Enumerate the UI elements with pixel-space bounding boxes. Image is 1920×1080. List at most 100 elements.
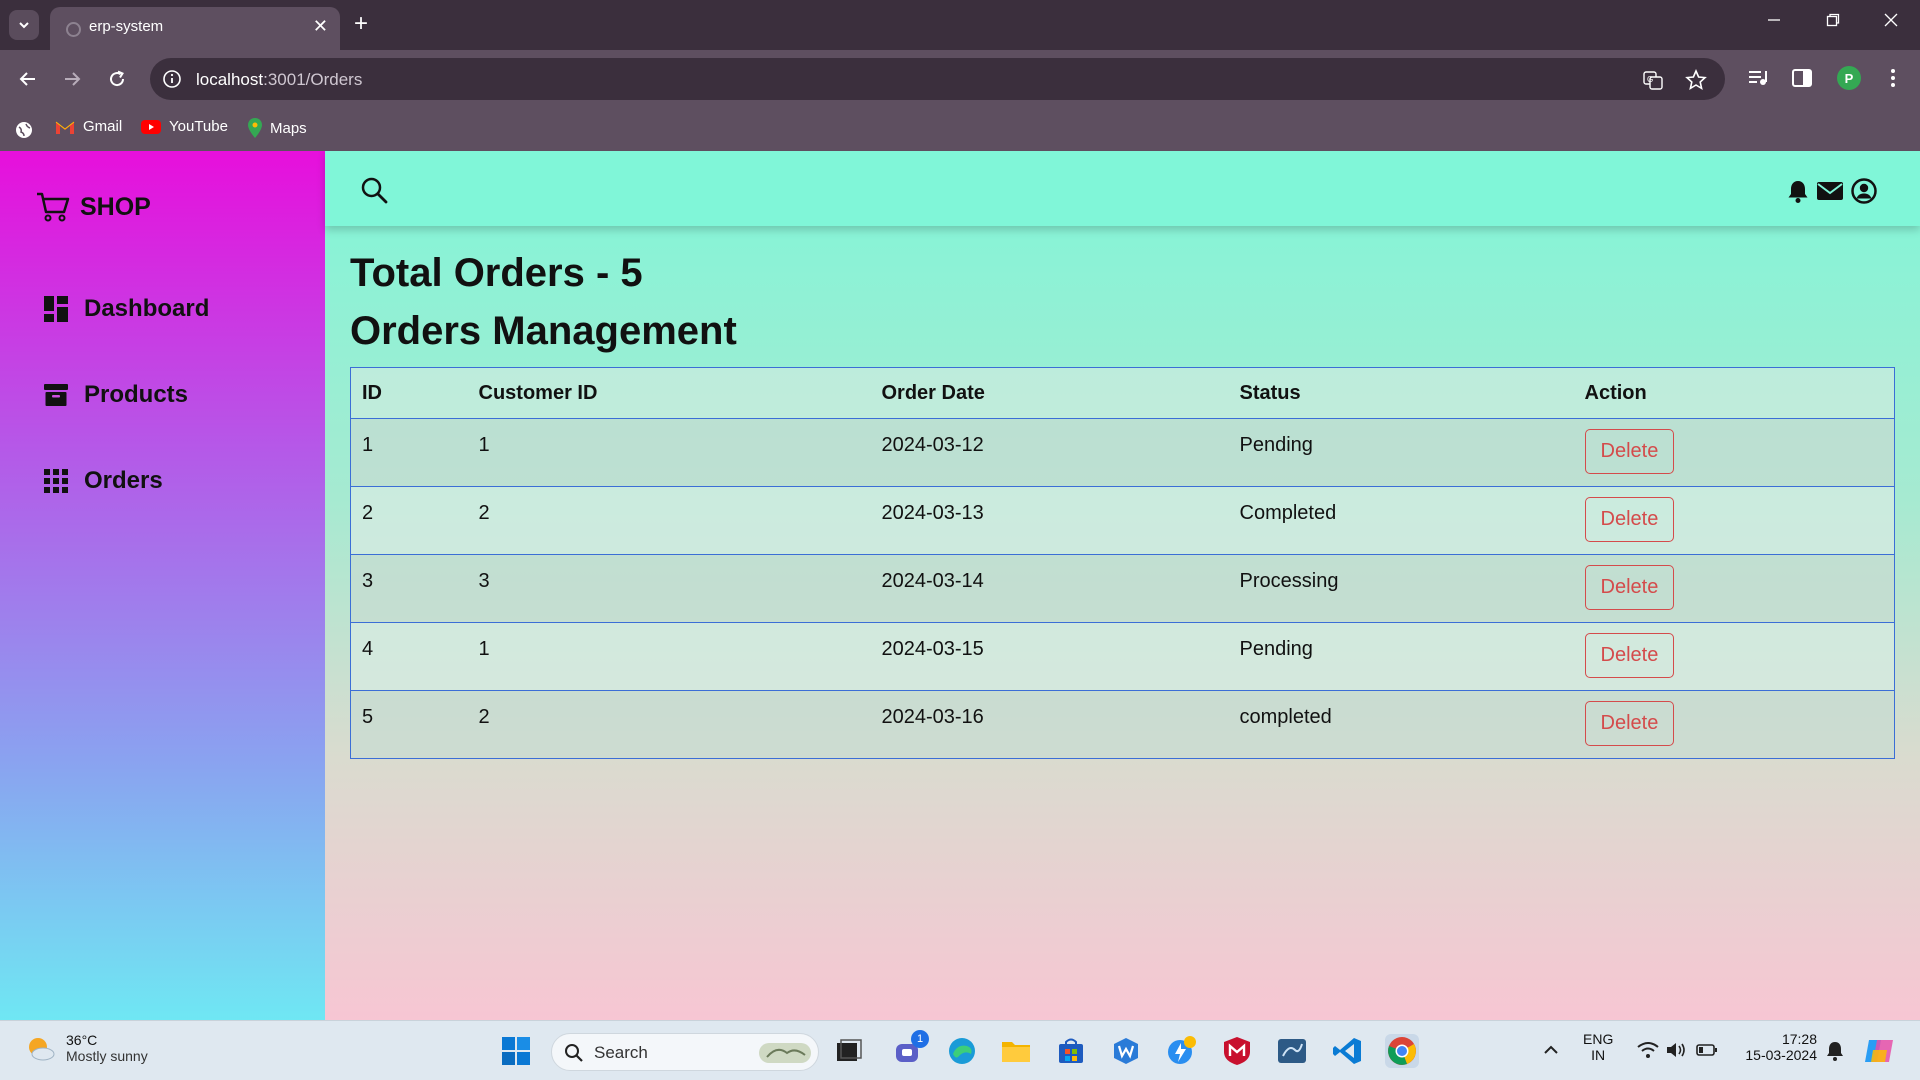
taskbar-search[interactable]: Search bbox=[551, 1033, 819, 1071]
weather-widget[interactable]: 36°C Mostly sunny bbox=[24, 1032, 148, 1064]
sidebar: SHOP Dashboard Products Orders bbox=[0, 151, 325, 1020]
search-icon[interactable] bbox=[360, 176, 388, 204]
close-window-button[interactable] bbox=[1884, 12, 1898, 32]
cell-id: 4 bbox=[350, 622, 468, 691]
delete-button[interactable]: Delete bbox=[1584, 701, 1675, 746]
teams-button[interactable]: 1 bbox=[891, 1030, 929, 1068]
cell-customer-id: 2 bbox=[467, 690, 871, 759]
sidebar-item-label: Orders bbox=[84, 467, 163, 494]
cell-status: Processing bbox=[1228, 554, 1574, 623]
file-explorer-button[interactable] bbox=[999, 1034, 1033, 1068]
cell-status: Pending bbox=[1228, 622, 1574, 691]
chevron-up-icon[interactable] bbox=[1543, 1043, 1559, 1057]
cell-order-date: 2024-03-14 bbox=[870, 554, 1229, 623]
header-id: ID bbox=[350, 367, 468, 419]
table-header-row: ID Customer ID Order Date Status Action bbox=[350, 367, 1895, 419]
restore-button[interactable] bbox=[1826, 12, 1840, 32]
side-panel-icon[interactable] bbox=[1791, 67, 1813, 89]
tab-search-button[interactable] bbox=[9, 10, 39, 40]
weather-app-button[interactable] bbox=[1164, 1034, 1198, 1068]
windows-taskbar: 36°C Mostly sunny Search 1 ENG IN 17:28 … bbox=[0, 1020, 1920, 1080]
tab-title: erp-system bbox=[89, 18, 164, 35]
bookmark-gmail[interactable]: Gmail bbox=[55, 118, 122, 135]
sidebar-item-dashboard[interactable]: Dashboard bbox=[44, 295, 209, 323]
apps-globe-icon[interactable] bbox=[15, 121, 33, 139]
forward-button[interactable] bbox=[57, 64, 87, 94]
task-view-icon bbox=[837, 1039, 862, 1061]
browser-tab[interactable]: erp-system ✕ bbox=[50, 7, 340, 50]
dashboard-icon bbox=[44, 296, 68, 322]
minimize-button[interactable] bbox=[1767, 12, 1781, 32]
media-controls-icon[interactable] bbox=[1747, 67, 1769, 89]
back-button[interactable] bbox=[13, 64, 43, 94]
clock-date: 15-03-2024 bbox=[1745, 1047, 1817, 1063]
task-view-button[interactable] bbox=[832, 1034, 866, 1068]
bookmark-maps[interactable]: Maps bbox=[248, 118, 307, 138]
envelope-icon[interactable] bbox=[1817, 181, 1843, 201]
cell-customer-id: 1 bbox=[467, 418, 871, 487]
cell-id: 2 bbox=[350, 486, 468, 555]
bell-icon[interactable] bbox=[1787, 179, 1809, 203]
weather-condition: Mostly sunny bbox=[66, 1048, 148, 1064]
vscode-button[interactable] bbox=[1330, 1034, 1364, 1068]
orders-management-title: Orders Management bbox=[350, 309, 737, 353]
forward-arrow-icon bbox=[65, 72, 81, 86]
bookmarks-bar: Gmail YouTube Maps bbox=[0, 108, 1920, 151]
bookmark-youtube[interactable]: YouTube bbox=[141, 118, 228, 135]
sidebar-item-orders[interactable]: Orders bbox=[44, 467, 163, 495]
youtube-icon bbox=[141, 119, 161, 134]
volume-icon[interactable] bbox=[1666, 1041, 1688, 1059]
browser-tab-bar: erp-system ✕ + bbox=[0, 0, 1920, 50]
more-menu-icon[interactable] bbox=[1886, 67, 1900, 89]
shopping-cart-icon bbox=[37, 192, 70, 222]
brand[interactable]: SHOP bbox=[36, 191, 151, 223]
bookmark-star-icon[interactable] bbox=[1685, 69, 1707, 91]
user-circle-icon[interactable] bbox=[1851, 178, 1877, 204]
lightning-app-icon bbox=[1168, 1036, 1196, 1064]
new-tab-button[interactable]: + bbox=[354, 11, 368, 37]
brand-label: SHOP bbox=[80, 192, 151, 221]
search-highlight-icon bbox=[759, 1043, 811, 1063]
restore-icon bbox=[1826, 13, 1840, 27]
chevron-down-icon bbox=[19, 22, 29, 29]
close-icon bbox=[1884, 13, 1898, 27]
clock-time: 17:28 bbox=[1781, 1031, 1817, 1047]
translate-icon[interactable]: G bbox=[1642, 69, 1664, 91]
edge-button[interactable] bbox=[945, 1034, 979, 1068]
sidebar-item-products[interactable]: Products bbox=[44, 381, 188, 409]
store-button[interactable] bbox=[1054, 1034, 1088, 1068]
language-indicator[interactable]: ENG IN bbox=[1583, 1031, 1613, 1063]
mysql-workbench-button[interactable] bbox=[1275, 1034, 1309, 1068]
app-button[interactable] bbox=[1109, 1034, 1143, 1068]
profile-avatar[interactable]: P bbox=[1837, 66, 1861, 90]
copilot-icon[interactable] bbox=[1863, 1036, 1895, 1066]
table-row: 1 1 2024-03-12 Pending Delete bbox=[350, 418, 1895, 487]
address-bar[interactable]: localhost:3001/Orders G bbox=[150, 58, 1725, 100]
battery-icon[interactable] bbox=[1696, 1043, 1718, 1057]
table-row: 3 3 2024-03-14 Processing Delete bbox=[350, 554, 1895, 623]
cell-order-date: 2024-03-15 bbox=[870, 622, 1229, 691]
cell-order-date: 2024-03-13 bbox=[870, 486, 1229, 555]
delete-button[interactable]: Delete bbox=[1584, 429, 1675, 474]
svg-text:G: G bbox=[1647, 75, 1653, 84]
top-nav bbox=[325, 151, 1920, 226]
delete-button[interactable]: Delete bbox=[1584, 497, 1675, 542]
delete-button[interactable]: Delete bbox=[1584, 565, 1675, 610]
mcafee-button[interactable] bbox=[1220, 1034, 1254, 1068]
back-arrow-icon bbox=[19, 72, 35, 86]
start-button[interactable] bbox=[499, 1034, 533, 1068]
store-bag-icon bbox=[1059, 1038, 1083, 1063]
chrome-button[interactable] bbox=[1385, 1034, 1419, 1068]
orders-table: ID Customer ID Order Date Status Action … bbox=[350, 367, 1895, 759]
reload-button[interactable] bbox=[102, 64, 132, 94]
url-text[interactable]: localhost:3001/Orders bbox=[196, 70, 362, 90]
wifi-icon[interactable] bbox=[1637, 1041, 1659, 1059]
mcafee-shield-icon bbox=[1224, 1037, 1250, 1065]
delete-button[interactable]: Delete bbox=[1584, 633, 1675, 678]
site-info-icon[interactable] bbox=[162, 69, 182, 89]
close-tab-icon[interactable]: ✕ bbox=[313, 16, 328, 37]
gmail-icon bbox=[55, 121, 75, 134]
notification-bell-icon[interactable] bbox=[1826, 1041, 1844, 1061]
clock[interactable]: 17:28 15-03-2024 bbox=[1737, 1031, 1817, 1063]
header-customer-id: Customer ID bbox=[467, 367, 871, 419]
